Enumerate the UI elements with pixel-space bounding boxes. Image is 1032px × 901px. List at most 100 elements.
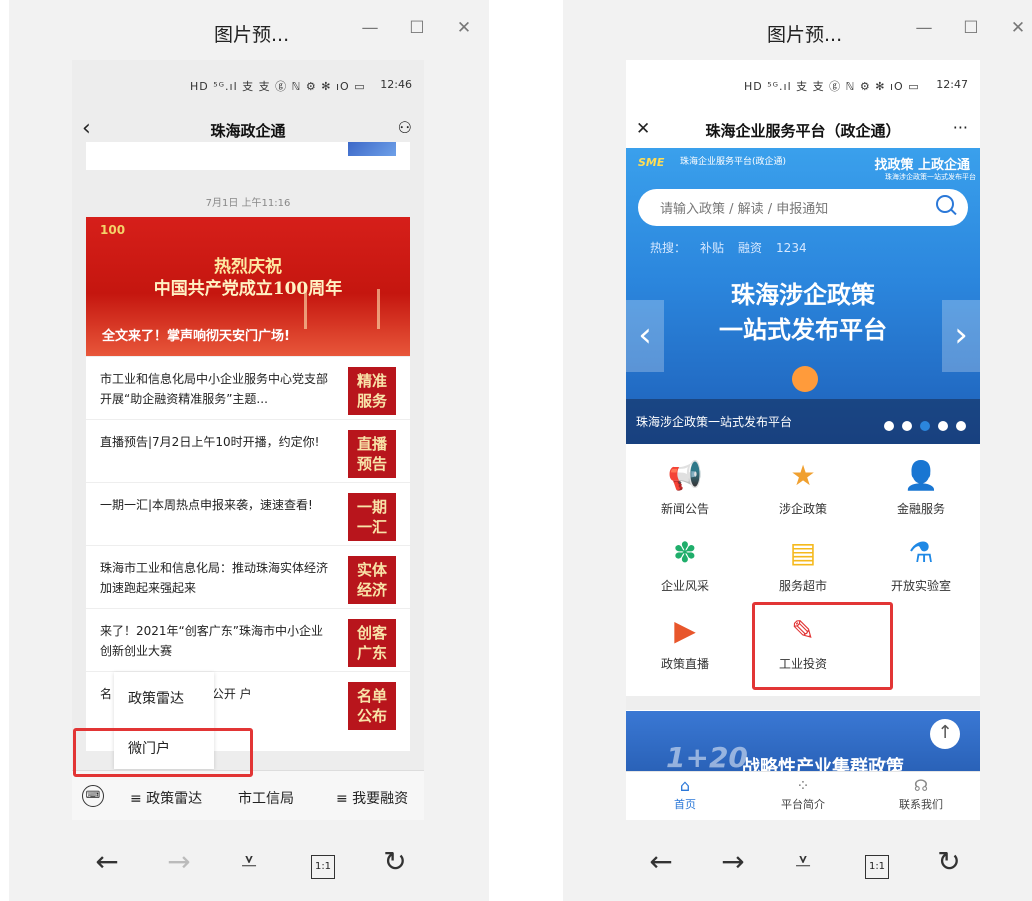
tab-contact[interactable]: ☊ 联系我们 bbox=[862, 776, 980, 812]
carousel-caption-bar: 珠海涉企政策一站式发布平台 bbox=[626, 399, 980, 444]
close-button[interactable]: ✕ bbox=[452, 18, 476, 38]
feature-market[interactable]: ▤ 服务超市 bbox=[744, 535, 862, 594]
feature-policy[interactable]: ★ 涉企政策 bbox=[744, 458, 862, 517]
back-arrow-icon[interactable]: ← bbox=[641, 845, 681, 878]
menu-financing[interactable]: ≡ 我要融资 bbox=[336, 788, 408, 808]
rotate-icon[interactable]: ↻ bbox=[929, 845, 969, 878]
carousel-dot[interactable] bbox=[902, 421, 912, 431]
tab-about[interactable]: ⁘ 平台简介 bbox=[744, 776, 862, 812]
carousel-dot[interactable] bbox=[884, 421, 894, 431]
highlight-box bbox=[73, 728, 253, 777]
news-item[interactable]: 市工业和信息化局中小企业服务中心党支部开展“助企融资精准服务”主题... 精准 服… bbox=[86, 356, 410, 420]
news-title: 市工业和信息化局中小企业服务中心党支部开展“助企融资精准服务”主题... bbox=[100, 372, 329, 406]
status-bar: HD ⁵ᴳ.ıl 支 支 ⓖ ℕ ⚙ ✻ ıO ▭ 12:46 bbox=[72, 60, 424, 110]
news-title: 一期一汇|本周热点申报来袭，速速查看! bbox=[100, 498, 313, 512]
carousel-headline-2: 一站式发布平台 bbox=[719, 316, 887, 344]
promo-number: 1+20 bbox=[666, 741, 748, 771]
article-card: 100 热烈庆祝 中国共产党成立100周年 全文来了！掌声响彻天安门广场! 市工… bbox=[86, 217, 410, 751]
hot-search-label: 热搜： bbox=[650, 241, 687, 255]
more-icon[interactable]: ··· bbox=[953, 118, 968, 137]
video-icon: ▶ bbox=[674, 613, 696, 647]
status-time: 12:47 bbox=[936, 78, 968, 91]
slogan-sub: 珠海涉企政策一站式发布平台 bbox=[885, 173, 976, 181]
viewer-toolbar: ← → ⩡ 1:1 ↻ bbox=[563, 845, 1032, 885]
carousel-dot[interactable] bbox=[938, 421, 948, 431]
banner-article[interactable]: 100 热烈庆祝 中国共产党成立100周年 全文来了！掌声响彻天安门广场! bbox=[86, 217, 410, 356]
feature-news[interactable]: 📢 新闻公告 bbox=[626, 458, 744, 517]
news-title: 来了！2021年“创客广东”珠海市中小企业创新创业大赛 bbox=[100, 624, 323, 658]
news-item[interactable]: 一期一汇|本周热点申报来袭，速速查看! 一期 一汇 bbox=[86, 482, 410, 546]
skyline-graphic bbox=[304, 289, 380, 329]
news-title: 珠海市工业和信息化局：推动珠海实体经济加速跑起来强起来 bbox=[100, 561, 329, 595]
download-icon[interactable]: ⩡ bbox=[229, 845, 269, 879]
profile-icon[interactable]: ⚇ bbox=[398, 118, 412, 137]
slogan: 找政策 上政企通 bbox=[874, 158, 970, 173]
news-thumbnail: 精准 服务 bbox=[348, 367, 396, 415]
headset-icon: ☊ bbox=[913, 776, 929, 795]
status-icons: HD ⁵ᴳ.ıl 支 支 ⓖ ℕ ⚙ ✻ ıO ▭ bbox=[190, 80, 366, 93]
rotate-icon[interactable]: ↻ bbox=[375, 845, 415, 878]
carousel-dots bbox=[876, 416, 966, 435]
feature-live[interactable]: ▶ 政策直播 bbox=[626, 613, 744, 672]
menu-item-policy-radar[interactable]: 政策雷达 bbox=[128, 688, 184, 708]
promo-banner[interactable]: 1+20 战略性产业集群政策 ↑ bbox=[626, 711, 980, 771]
minimize-button[interactable]: — bbox=[912, 18, 936, 38]
status-time: 12:46 bbox=[380, 78, 412, 91]
menu-policy-radar[interactable]: ≡ 政策雷达 bbox=[130, 788, 202, 808]
search-icon[interactable] bbox=[936, 195, 954, 213]
feature-finance[interactable]: 👤 金融服务 bbox=[862, 458, 980, 517]
search-input[interactable]: 请输入政策 / 解读 / 申报通知 bbox=[638, 189, 968, 226]
back-arrow-icon[interactable]: ← bbox=[87, 845, 127, 878]
tab-home[interactable]: ⌂ 首页 bbox=[626, 776, 744, 812]
feature-lab[interactable]: ⚗ 开放实验室 bbox=[862, 535, 980, 594]
previous-article-card[interactable] bbox=[86, 142, 410, 170]
tab-label: 平台简介 bbox=[781, 798, 825, 811]
hot-search-item[interactable]: 融资 bbox=[738, 241, 762, 255]
maximize-button[interactable]: ☐ bbox=[959, 18, 983, 38]
news-thumbnail: 直播 预告 bbox=[348, 430, 396, 478]
message-timestamp: 7月1日 上午11:16 bbox=[205, 198, 291, 209]
hot-search-item[interactable]: 补贴 bbox=[700, 241, 724, 255]
carousel-dot-active[interactable] bbox=[920, 421, 930, 431]
actual-size-icon[interactable]: 1:1 bbox=[311, 855, 335, 879]
forward-arrow-icon[interactable]: → bbox=[159, 845, 199, 878]
tab-label: 联系我们 bbox=[899, 798, 943, 811]
menu-bureau[interactable]: 市工信局 bbox=[238, 788, 294, 808]
nav-bar: ✕ 珠海企业服务平台（政企通） ··· bbox=[626, 110, 980, 150]
phone-screen: HD ⁵ᴳ.ıl 支 支 ⓖ ℕ ⚙ ✻ ıO ▭ 12:47 ✕ 珠海企业服务… bbox=[626, 60, 980, 820]
actual-size-icon[interactable]: 1:1 bbox=[865, 855, 889, 879]
maximize-button[interactable]: ☐ bbox=[405, 18, 429, 38]
flower-icon: ✽ bbox=[673, 535, 697, 569]
carousel-next-button[interactable]: › bbox=[942, 300, 980, 372]
close-button[interactable]: ✕ bbox=[1006, 18, 1030, 38]
highlight-box bbox=[752, 602, 893, 690]
feature-label: 金融服务 bbox=[896, 502, 945, 516]
news-item[interactable]: 直播预告|7月2日上午10时开播，约定你! 直播 预告 bbox=[86, 419, 410, 483]
back-to-top-button[interactable]: ↑ bbox=[930, 719, 960, 749]
megaphone-icon: 📢 bbox=[667, 458, 703, 492]
section-divider bbox=[626, 696, 980, 710]
news-item[interactable]: 来了！2021年“创客广东”珠海市中小企业创新创业大赛 创客 广东 bbox=[86, 608, 410, 672]
status-bar: HD ⁵ᴳ.ıl 支 支 ⓖ ℕ ⚙ ✻ ıO ▭ 12:47 bbox=[626, 60, 980, 110]
tab-bar: ⌂ 首页 ⁘ 平台简介 ☊ 联系我们 bbox=[626, 771, 980, 820]
feature-label: 涉企政策 bbox=[778, 502, 827, 516]
hot-search-item[interactable]: 1234 bbox=[776, 241, 807, 255]
party-100-logo: 100 bbox=[100, 223, 126, 237]
forward-arrow-icon[interactable]: → bbox=[713, 845, 753, 878]
search-placeholder: 请输入政策 / 解读 / 申报通知 bbox=[660, 202, 829, 217]
carousel-caption: 珠海涉企政策一站式发布平台 bbox=[636, 415, 793, 429]
carousel-prev-button[interactable]: ‹ bbox=[626, 300, 664, 372]
store-icon: ▤ bbox=[789, 535, 817, 569]
feature-label: 新闻公告 bbox=[660, 502, 709, 516]
news-item[interactable]: 珠海市工业和信息化局：推动珠海实体经济加速跑起来强起来 实体 经济 bbox=[86, 545, 410, 609]
hero-banner: SME 珠海企业服务平台(政企通) 找政策 上政企通 珠海涉企政策一站式发布平台… bbox=[626, 148, 980, 444]
page-title: 珠海政企通 bbox=[210, 122, 286, 140]
keyboard-icon[interactable]: ⌨ bbox=[82, 785, 104, 807]
download-icon[interactable]: ⩡ bbox=[783, 845, 823, 879]
minimize-button[interactable]: — bbox=[358, 18, 382, 38]
feature-label: 开放实验室 bbox=[890, 579, 951, 593]
news-title: 直播预告|7月2日上午10时开播，约定你! bbox=[100, 435, 320, 449]
feature-showcase[interactable]: ✽ 企业风采 bbox=[626, 535, 744, 594]
phone-screen: HD ⁵ᴳ.ıl 支 支 ⓖ ℕ ⚙ ✻ ıO ▭ 12:46 ‹ 珠海政企通 … bbox=[72, 60, 424, 820]
carousel-dot[interactable] bbox=[956, 421, 966, 431]
